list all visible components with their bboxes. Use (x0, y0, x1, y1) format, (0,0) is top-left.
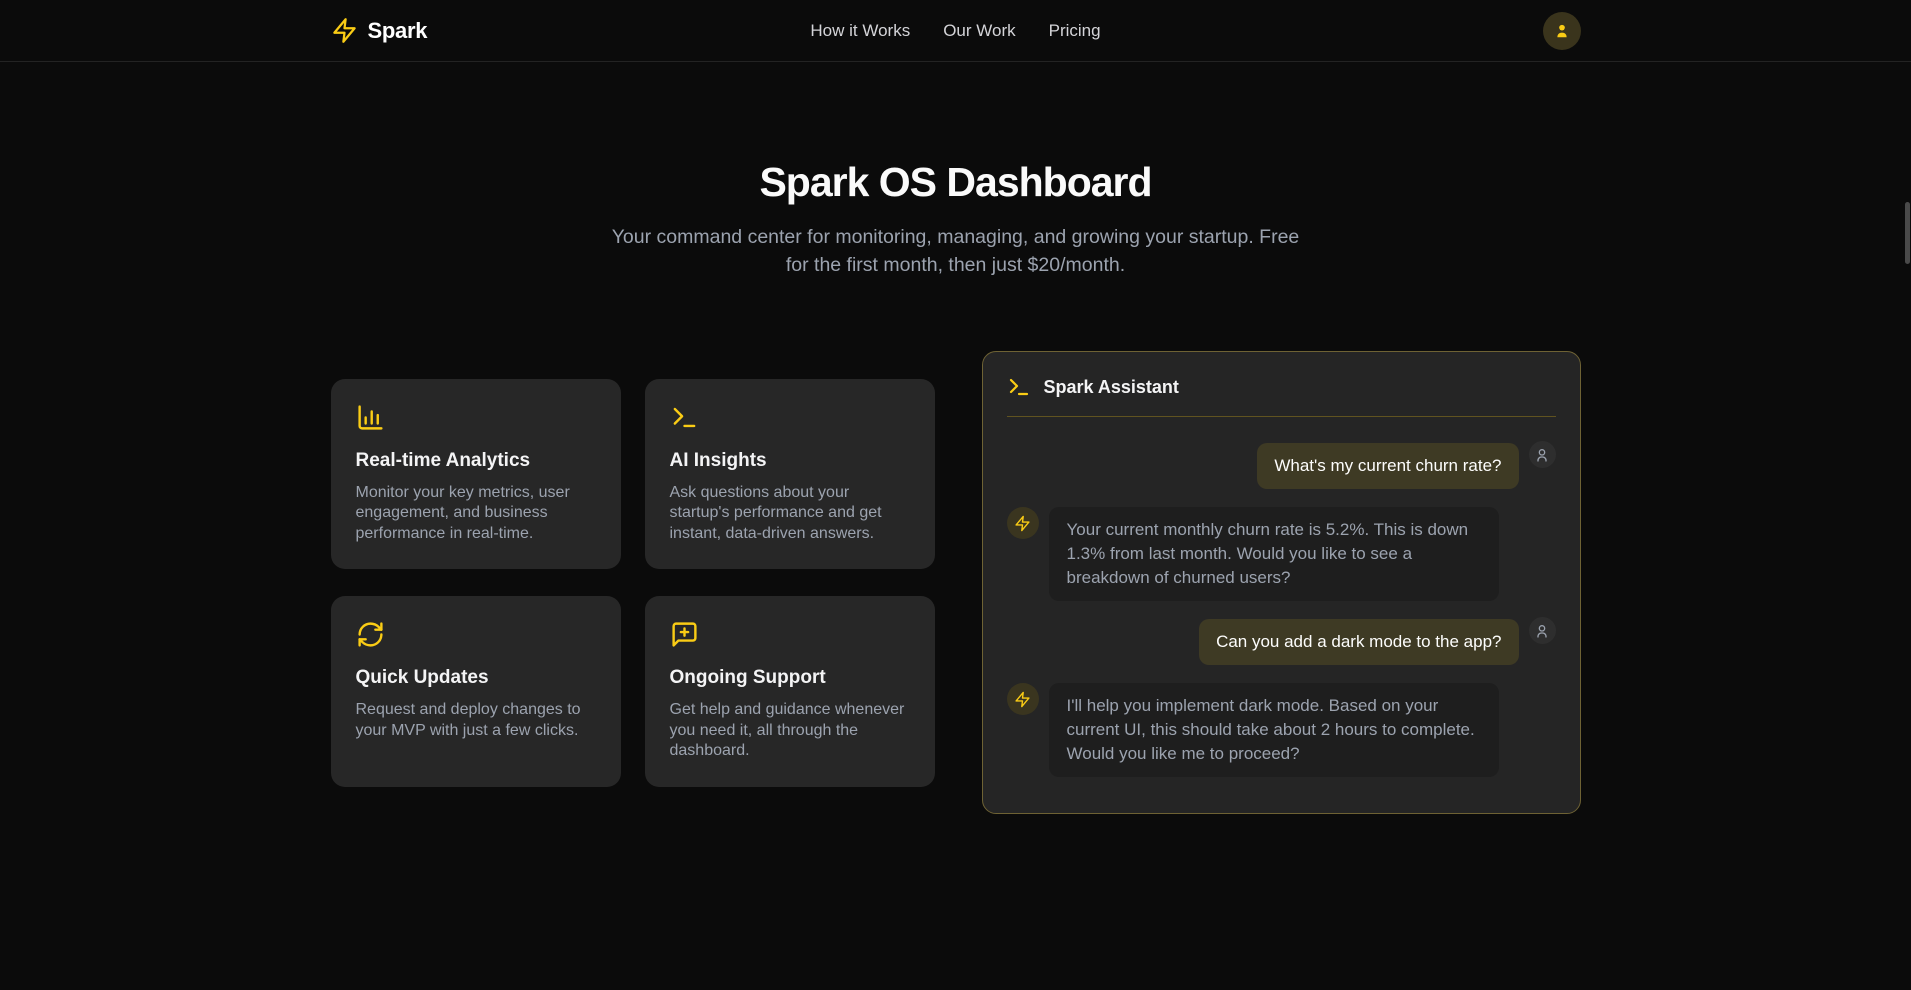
feature-title: AI Insights (670, 450, 910, 472)
user-message-bubble: What's my current churn rate? (1257, 443, 1518, 489)
message-plus-icon (670, 620, 910, 649)
chat-message-assistant: I'll help you implement dark mode. Based… (1007, 683, 1556, 777)
feature-description: Monitor your key metrics, user engagemen… (356, 483, 596, 545)
terminal-icon (670, 403, 910, 432)
assistant-avatar (1007, 683, 1039, 715)
feature-card-quick-updates: Quick Updates Request and deploy changes… (331, 596, 621, 787)
assistant-divider (1007, 416, 1556, 417)
assistant-avatar (1007, 507, 1039, 539)
chat-message-user: What's my current churn rate? (1007, 443, 1556, 489)
user-icon (1534, 623, 1550, 639)
feature-title: Quick Updates (356, 667, 596, 689)
brand-name: Spark (368, 18, 428, 44)
zap-icon (331, 17, 358, 44)
feature-title: Ongoing Support (670, 667, 910, 689)
hero-section: Spark OS Dashboard Your command center f… (0, 62, 1911, 279)
assistant-header: Spark Assistant (1007, 375, 1556, 399)
feature-card-ongoing-support: Ongoing Support Get help and guidance wh… (645, 596, 935, 787)
user-avatar (1529, 617, 1556, 644)
user-message-bubble: Can you add a dark mode to the app? (1199, 619, 1518, 665)
chat-message-assistant: Your current monthly churn rate is 5.2%.… (1007, 507, 1556, 601)
nav-link-our-work[interactable]: Our Work (943, 21, 1015, 41)
refresh-icon (356, 620, 596, 649)
assistant-title: Spark Assistant (1044, 377, 1179, 398)
feature-description: Get help and guidance whenever you need … (670, 700, 910, 762)
assistant-message-bubble: I'll help you implement dark mode. Based… (1049, 683, 1499, 777)
feature-description: Ask questions about your startup's perfo… (670, 483, 910, 545)
user-icon (1552, 21, 1572, 41)
feature-description: Request and deploy changes to your MVP w… (356, 700, 596, 741)
bar-chart-icon (356, 403, 596, 432)
feature-title: Real-time Analytics (356, 450, 596, 472)
page-title: Spark OS Dashboard (0, 159, 1911, 206)
main-nav: How it Works Our Work Pricing (810, 21, 1100, 41)
terminal-icon (1007, 375, 1031, 399)
chat-message-user: Can you add a dark mode to the app? (1007, 619, 1556, 665)
hero-subtitle: Your command center for monitoring, mana… (606, 223, 1306, 279)
assistant-message-bubble: Your current monthly churn rate is 5.2%.… (1049, 507, 1499, 601)
chat-message-list: What's my current churn rate? (1007, 443, 1556, 777)
feature-card-ai-insights: AI Insights Ask questions about your sta… (645, 379, 935, 570)
vertical-scrollbar-thumb[interactable] (1905, 202, 1910, 264)
main-content: Real-time Analytics Monitor your key met… (331, 351, 1581, 814)
features-grid: Real-time Analytics Monitor your key met… (331, 379, 935, 787)
brand-logo[interactable]: Spark (331, 17, 428, 44)
spark-assistant-panel: Spark Assistant What's my current churn … (982, 351, 1581, 814)
user-avatar-button[interactable] (1543, 12, 1581, 50)
nav-link-how-it-works[interactable]: How it Works (810, 21, 910, 41)
feature-card-realtime-analytics: Real-time Analytics Monitor your key met… (331, 379, 621, 570)
nav-link-pricing[interactable]: Pricing (1049, 21, 1101, 41)
navbar: Spark How it Works Our Work Pricing (0, 0, 1911, 62)
user-avatar (1529, 441, 1556, 468)
zap-icon (1014, 691, 1031, 708)
user-icon (1534, 447, 1550, 463)
zap-icon (1014, 515, 1031, 532)
